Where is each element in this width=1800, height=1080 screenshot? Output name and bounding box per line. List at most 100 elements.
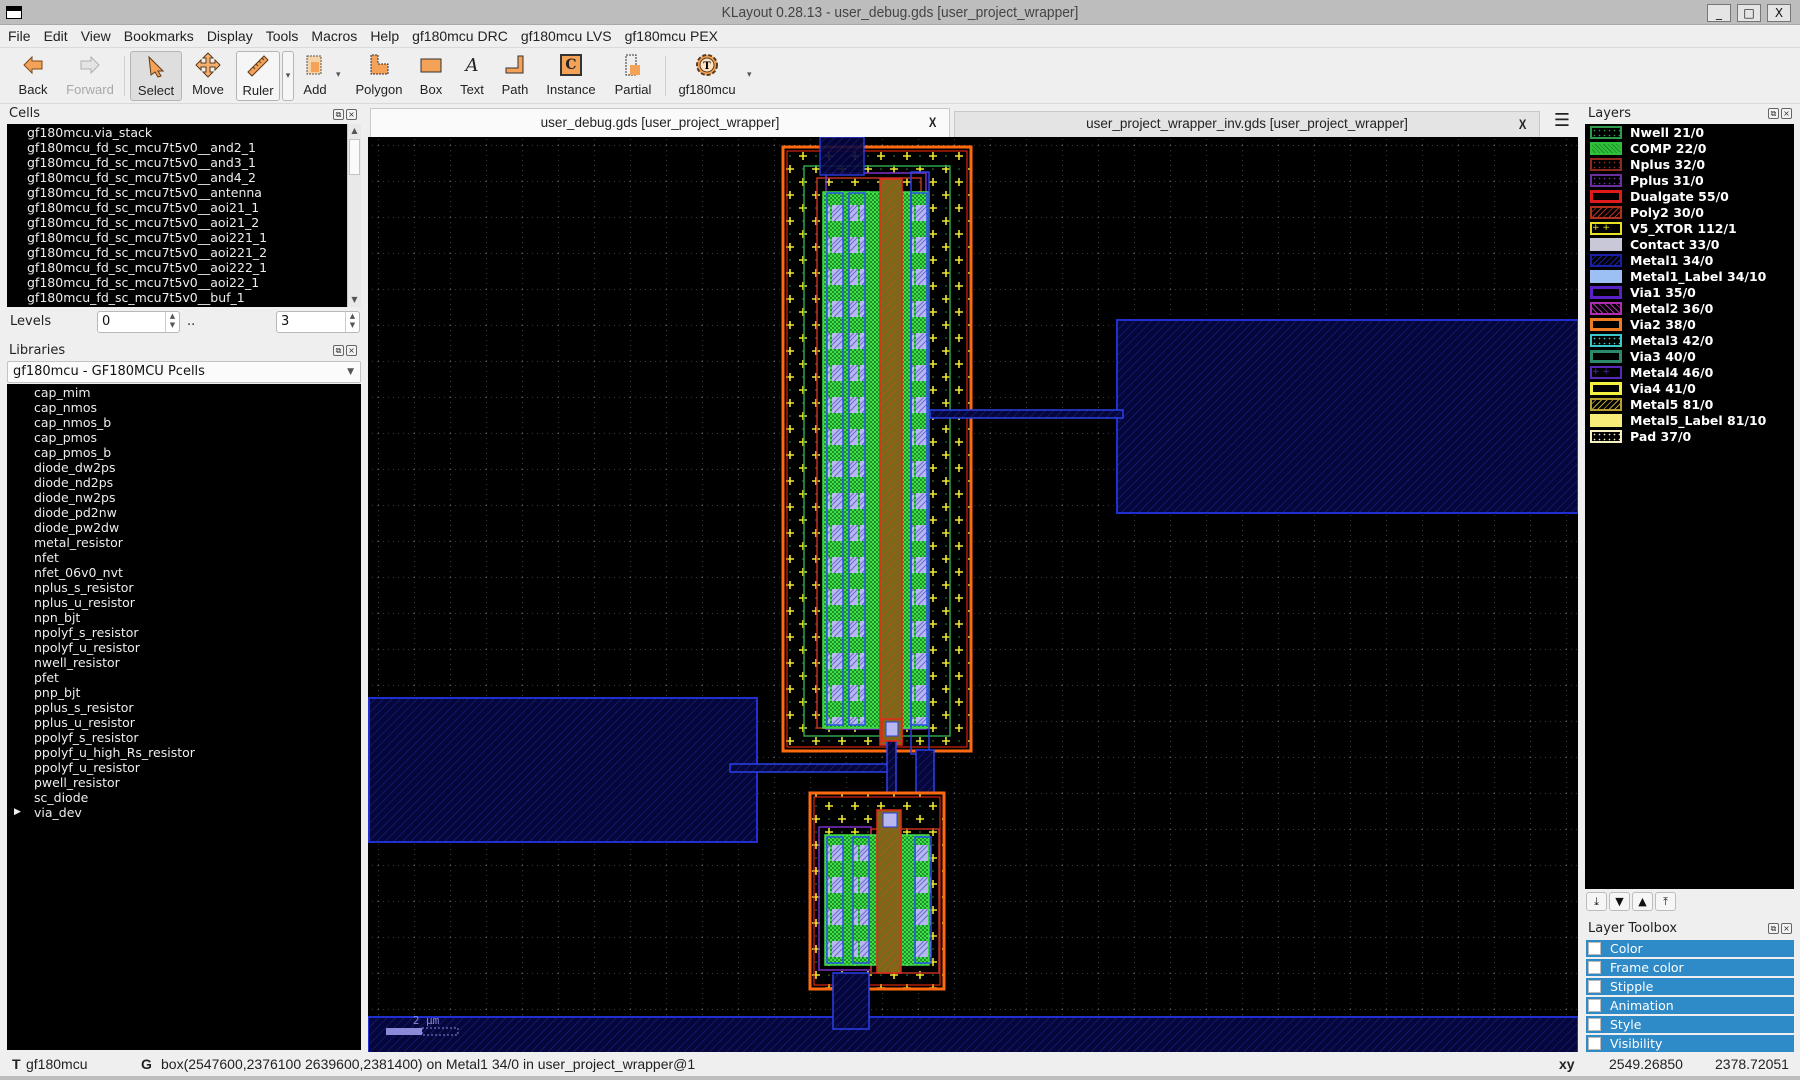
library-cell-item[interactable]: npn_bjt (34, 610, 361, 625)
expand-checkbox[interactable] (1588, 942, 1601, 955)
layer-row[interactable]: Dualgate 55/0 (1588, 189, 1788, 205)
select-tool-button[interactable]: Select (130, 51, 182, 101)
layer-toolbox-section[interactable]: Stipple (1586, 978, 1794, 995)
layer-toolbox-section[interactable]: Visibility (1586, 1035, 1794, 1052)
library-cell-item[interactable]: pplus_u_resistor (34, 715, 361, 730)
library-cell-item[interactable]: nplus_s_resistor (34, 580, 361, 595)
menu-pex[interactable]: gf180mcu PEX (625, 28, 718, 44)
layer-row[interactable]: + + V5_XTOR 112/1 (1588, 221, 1788, 237)
metal1-route-horizontal-lower[interactable] (729, 763, 891, 773)
cell-item[interactable]: gf180mcu_fd_sc_mcu7t5v0__aoi22_1 (27, 275, 347, 290)
expand-checkbox[interactable] (1588, 980, 1601, 993)
layer-row[interactable]: Nplus 32/0 (1588, 157, 1788, 173)
metal1-shape-left[interactable] (368, 697, 758, 843)
levels-from-spinbox[interactable]: 0 ▲ ▼ (97, 311, 180, 333)
library-cell-item[interactable]: cap_mim (34, 385, 361, 400)
tech-dropdown[interactable]: ▾ (747, 70, 752, 80)
close-panel-icon[interactable]: × (346, 109, 357, 120)
add-dropdown[interactable]: ▾ (336, 70, 341, 80)
menu-macros[interactable]: Macros (311, 28, 357, 44)
layer-row[interactable]: Pplus 31/0 (1588, 173, 1788, 189)
layer-row[interactable]: Poly2 30/0 (1588, 205, 1788, 221)
layer-row[interactable]: Contact 33/0 (1588, 237, 1788, 253)
float-panel-icon[interactable]: ⧉ (1768, 108, 1779, 119)
tab-user-project-wrapper-inv[interactable]: user_project_wrapper_inv.gds [user_proje… (954, 111, 1540, 137)
library-cell-item[interactable]: metal_resistor (34, 535, 361, 550)
float-panel-icon[interactable]: ⧉ (333, 345, 344, 356)
move-layer-up-button[interactable]: ▲ (1632, 892, 1653, 911)
cell-item[interactable]: gf180mcu_fd_sc_mcu7t5v0__aoi221_2 (27, 245, 347, 260)
library-cell-item[interactable]: diode_nd2ps (34, 475, 361, 490)
library-cell-item[interactable]: diode_pd2nw (34, 505, 361, 520)
partial-tool-button[interactable]: Partial (608, 51, 658, 101)
polygon-tool-button[interactable]: Polygon (352, 51, 406, 101)
expand-checkbox[interactable] (1588, 1037, 1601, 1050)
library-select[interactable]: gf180mcu - GF180MCU Pcells ▼ (7, 361, 361, 383)
cell-item[interactable]: gf180mcu_fd_sc_mcu7t5v0__antenna (27, 185, 347, 200)
library-cell-item[interactable]: cap_nmos_b (34, 415, 361, 430)
library-cell-item[interactable]: nfet_06v0_nvt (34, 565, 361, 580)
move-tool-button[interactable]: Move (186, 51, 230, 101)
library-cell-item[interactable]: diode_dw2ps (34, 460, 361, 475)
menu-tools[interactable]: Tools (266, 28, 299, 44)
library-cell-item[interactable]: npolyf_s_resistor (34, 625, 361, 640)
instance-tool-button[interactable]: C Instance (540, 51, 602, 101)
library-cell-item[interactable]: cap_nmos (34, 400, 361, 415)
menu-lvs[interactable]: gf180mcu LVS (521, 28, 612, 44)
layer-row[interactable]: Via3 40/0 (1588, 349, 1788, 365)
layer-list[interactable]: Nwell 21/0 COMP 22/0 Nplus 32/0 Pplus 31/0 D… (1585, 124, 1794, 889)
layer-row[interactable]: + + Metal4 46/0 (1588, 365, 1788, 381)
spin-arrows-icon[interactable]: ▲ ▼ (345, 312, 359, 332)
float-panel-icon[interactable]: ⧉ (1768, 923, 1779, 934)
path-tool-button[interactable]: Path (496, 51, 534, 101)
window-menu-icon[interactable] (6, 6, 22, 19)
cell-item[interactable]: gf180mcu_fd_sc_mcu7t5v0__aoi222_1 (27, 260, 347, 275)
expand-checkbox[interactable] (1588, 999, 1601, 1012)
minimize-button[interactable]: _ (1707, 4, 1731, 22)
menu-bookmarks[interactable]: Bookmarks (124, 28, 194, 44)
layer-row[interactable]: Metal5 81/0 (1588, 397, 1788, 413)
upper-transistor-cell[interactable] (781, 137, 973, 755)
menu-file[interactable]: File (8, 28, 31, 44)
library-cell-item[interactable]: ppolyf_u_resistor (34, 760, 361, 775)
move-layer-bottom-button[interactable]: ⤓ (1586, 892, 1607, 911)
layer-row[interactable]: Metal1_Label 34/10 (1588, 269, 1788, 285)
cell-item[interactable]: gf180mcu_fd_sc_mcu7t5v0__aoi21_1 (27, 200, 347, 215)
library-cell-item[interactable]: pfet (34, 670, 361, 685)
cell-item[interactable]: gf180mcu.via_stack (27, 125, 347, 140)
layer-row[interactable]: Via1 35/0 (1588, 285, 1788, 301)
back-button[interactable]: Back (10, 51, 56, 101)
library-cell-item[interactable]: ppolyf_u_high_Rs_resistor (34, 745, 361, 760)
close-panel-icon[interactable]: × (1781, 108, 1792, 119)
tab-list-menu-icon[interactable]: ☰ (1552, 112, 1572, 132)
layer-row[interactable]: Metal3 42/0 (1588, 333, 1788, 349)
library-cell-item[interactable]: sc_diode (34, 790, 361, 805)
library-cell-item[interactable]: pplus_s_resistor (34, 700, 361, 715)
close-window-button[interactable]: X (1767, 4, 1791, 22)
tech-macro-button[interactable]: T gf180mcu (672, 51, 742, 101)
ruler-tool-button[interactable]: Ruler (236, 51, 280, 101)
float-panel-icon[interactable]: ⧉ (333, 109, 344, 120)
cells-tree[interactable]: gf180mcu.via_stack gf180mcu_fd_sc_mcu7t5v… (7, 124, 347, 307)
library-cell-item[interactable]: cap_pmos_b (34, 445, 361, 460)
via-contact-upper[interactable] (885, 721, 899, 737)
ruler-dropdown[interactable]: ▾ (282, 51, 294, 101)
menu-view[interactable]: View (81, 28, 111, 44)
layer-toolbox-section[interactable]: Animation (1586, 997, 1794, 1014)
cell-item[interactable]: gf180mcu_fd_sc_mcu7t5v0__and3_1 (27, 155, 347, 170)
close-panel-icon[interactable]: × (1781, 923, 1792, 934)
library-cell-item[interactable]: ppolyf_s_resistor (34, 730, 361, 745)
library-cell-item[interactable]: diode_pw2dw (34, 520, 361, 535)
layer-toolbox-section[interactable]: Style (1586, 1016, 1794, 1033)
lib-item-expandable[interactable]: ▶ via_dev (7, 805, 361, 820)
cell-item[interactable]: gf180mcu_fd_sc_mcu7t5v0__aoi21_2 (27, 215, 347, 230)
close-panel-icon[interactable]: × (346, 345, 357, 356)
forward-button[interactable]: Forward (60, 51, 120, 101)
text-tool-button[interactable]: A Text (455, 51, 489, 101)
metal1-shape-right[interactable] (1116, 319, 1578, 514)
layer-row[interactable]: Via4 41/0 (1588, 381, 1788, 397)
expand-checkbox[interactable] (1588, 961, 1601, 974)
cell-item[interactable]: gf180mcu_fd_sc_mcu7t5v0__and4_2 (27, 170, 347, 185)
layer-row[interactable]: Metal1 34/0 (1588, 253, 1788, 269)
library-cell-item[interactable]: diode_nw2ps (34, 490, 361, 505)
